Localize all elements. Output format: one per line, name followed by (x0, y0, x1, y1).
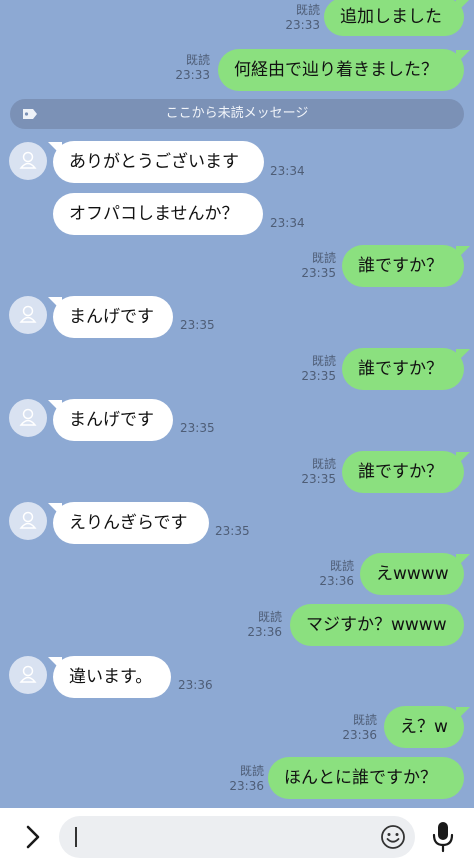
outgoing-message[interactable]: ほんとに誰ですか？ (268, 757, 464, 799)
bubble-tail (456, 246, 470, 260)
message-text: えwwww (376, 564, 449, 584)
bubble-tail (456, 452, 470, 466)
default-user-icon (19, 511, 37, 529)
smiley-icon[interactable] (380, 824, 406, 850)
outgoing-message[interactable]: 誰ですか？ (342, 245, 464, 287)
message-text: 誰ですか？ (358, 256, 443, 276)
incoming-message[interactable]: まんげです (53, 399, 173, 441)
read-receipt: 既読 23:36 (247, 610, 282, 639)
unread-divider: ここから未読メッセージ (10, 99, 464, 129)
bubble-tail (456, 349, 470, 363)
incoming-message[interactable]: オフパコしませんか？ (53, 193, 263, 235)
read-receipt: 既読 23:36 (342, 713, 377, 742)
avatar[interactable] (9, 502, 47, 540)
default-user-icon (19, 151, 37, 169)
outgoing-message[interactable]: 誰ですか？ (342, 451, 464, 493)
read-receipt: 既読 23:36 (319, 559, 354, 588)
timestamp: 23:34 (270, 216, 305, 230)
timestamp: 23:34 (270, 164, 305, 178)
default-user-icon (19, 305, 37, 323)
microphone-icon[interactable] (431, 820, 455, 854)
read-receipt: 既読 23:35 (301, 354, 336, 383)
timestamp: 23:35 (215, 524, 250, 538)
timestamp: 23:35 (180, 318, 215, 332)
default-user-icon (19, 408, 37, 426)
unread-divider-label: ここから未読メッセージ (165, 106, 309, 121)
outgoing-message[interactable]: 誰ですか？ (342, 348, 464, 390)
read-receipt: 既読 23:36 (229, 764, 264, 793)
incoming-message[interactable]: えりんぎらです (53, 502, 209, 544)
message-text: まんげです (69, 307, 154, 327)
read-receipt: 既読 23:35 (301, 251, 336, 280)
timestamp: 23:36 (178, 678, 213, 692)
message-text: え？w (400, 717, 448, 737)
message-text: 誰ですか？ (358, 462, 443, 482)
message-text: オフパコしませんか？ (69, 204, 239, 224)
incoming-message[interactable]: 違います。 (53, 656, 171, 698)
avatar[interactable] (9, 296, 47, 334)
outgoing-message[interactable]: マジすか？wwww (290, 604, 464, 646)
chevron-right-icon[interactable] (21, 822, 45, 852)
outgoing-message[interactable]: 何経由で辿り着きました？ (218, 49, 464, 91)
message-text: 誰ですか？ (358, 359, 443, 379)
outgoing-message[interactable]: えwwww (360, 553, 464, 595)
read-receipt: 既読 23:33 (175, 53, 210, 82)
default-user-icon (19, 665, 37, 683)
incoming-message[interactable]: まんげです (53, 296, 173, 338)
avatar[interactable] (9, 399, 47, 437)
message-text: 追加しました (340, 7, 442, 27)
message-text: えりんぎらです (69, 513, 188, 533)
text-caret (75, 827, 77, 847)
message-text: ほんとに誰ですか？ (284, 768, 437, 788)
message-text: ありがとうございます (69, 152, 239, 172)
message-input-bar (0, 808, 474, 865)
outgoing-message[interactable]: え？w (384, 706, 464, 748)
chat-area[interactable]: 既読 23:33 追加しました ここから未読メッセージ 既読 23:33 何経由で辿… (0, 0, 474, 808)
message-input[interactable] (59, 816, 415, 858)
outgoing-message[interactable]: 追加しました (324, 0, 464, 36)
avatar[interactable] (9, 142, 47, 180)
message-text: 違います。 (69, 667, 153, 687)
read-receipt: 既読 23:33 (285, 3, 320, 32)
incoming-message[interactable]: ありがとうございます (53, 141, 264, 183)
message-text: マジすか？wwww (306, 615, 447, 635)
message-text: まんげです (69, 410, 154, 430)
avatar[interactable] (9, 656, 47, 694)
read-receipt: 既読 23:35 (301, 457, 336, 486)
timestamp: 23:35 (180, 421, 215, 435)
message-text: 何経由で辿り着きました？ (234, 60, 438, 80)
